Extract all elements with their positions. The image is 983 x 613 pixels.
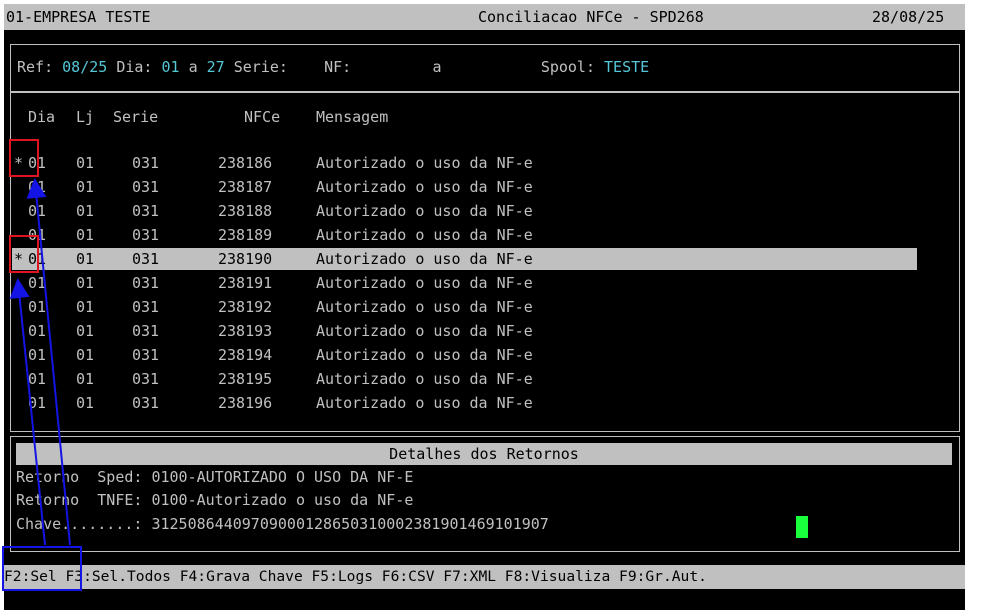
arrow-to-row-5 [9,278,46,546]
annotation-arrows [9,178,71,546]
